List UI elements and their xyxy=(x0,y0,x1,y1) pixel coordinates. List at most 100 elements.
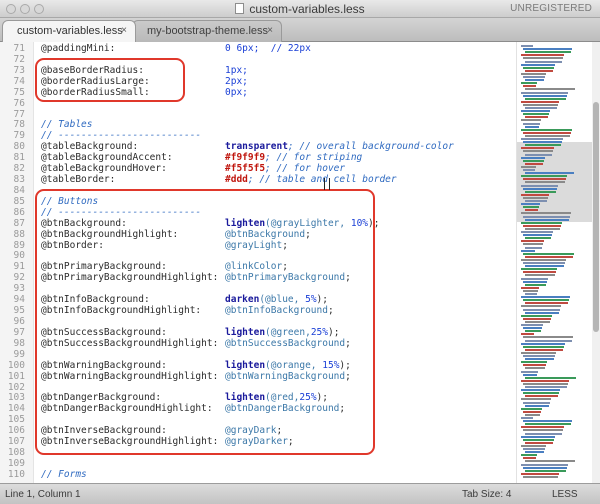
code-comment: // Forms xyxy=(41,468,87,480)
code-line[interactable]: 78 // Tables xyxy=(0,119,516,130)
code-line[interactable]: 80 @tableBackground: transparent; // overa… xyxy=(0,141,516,152)
status-bar: Line 1, Column 1 Tab Size: 4 LESS xyxy=(0,483,600,504)
minimap-line xyxy=(521,333,534,336)
close-icon[interactable]: × xyxy=(121,25,127,36)
line-number: 73 xyxy=(13,64,25,76)
tab-label: custom-variables.less xyxy=(17,25,123,37)
minimap-line xyxy=(521,45,533,47)
minimap-line xyxy=(521,156,545,159)
minimap-line xyxy=(525,60,562,63)
minimap-line xyxy=(525,107,557,109)
minimap-line xyxy=(525,367,545,370)
code-line[interactable]: 109 xyxy=(0,458,516,469)
line-number: 89 xyxy=(13,239,25,251)
minimap-line xyxy=(525,181,565,184)
minimap-line xyxy=(525,51,571,54)
minimap-line xyxy=(523,76,545,78)
minimap-line xyxy=(521,472,559,475)
code-editor[interactable]: 71 @paddingMini: 0 6px; // 22px 72 73 @baseBo… xyxy=(0,42,516,483)
code-token: 0px; xyxy=(225,86,248,98)
minimap-line xyxy=(523,392,559,395)
scrollbar-thumb[interactable] xyxy=(593,102,599,332)
line-number: 100 xyxy=(7,359,25,371)
minimap-line xyxy=(521,305,561,308)
minimap-line xyxy=(525,209,538,212)
vertical-scrollbar[interactable] xyxy=(592,42,600,483)
minimap-line xyxy=(521,249,535,252)
minimap-line xyxy=(521,463,568,466)
minimap-line xyxy=(523,150,553,153)
minimap-line xyxy=(523,262,565,264)
minimap-line xyxy=(525,88,575,91)
minimap-line xyxy=(525,79,544,82)
tab-label: my-bootstrap-theme.less xyxy=(147,25,269,37)
minimap-line xyxy=(525,237,551,240)
minimap-line xyxy=(523,169,535,171)
line-number: 93 xyxy=(13,283,25,295)
variable-name: @paddingMini: xyxy=(41,43,116,54)
line-number: 87 xyxy=(13,217,25,229)
minimap-line xyxy=(523,373,537,376)
tab-my-bootstrap-theme[interactable]: my-bootstrap-theme.less × xyxy=(132,20,282,42)
code-line[interactable]: 77 xyxy=(0,109,516,120)
minimap-line xyxy=(521,286,539,289)
minimap-line xyxy=(521,407,542,410)
minimap-line xyxy=(525,376,576,379)
minimap-line xyxy=(523,466,567,469)
minimap-line xyxy=(521,258,566,261)
line-number: 104 xyxy=(7,403,25,415)
minimap-line xyxy=(523,187,557,190)
minimap-line xyxy=(523,131,571,134)
minimap-line xyxy=(521,175,567,178)
tab-size-selector[interactable]: Tab Size: 4 xyxy=(462,489,511,500)
minimap-line xyxy=(523,243,543,246)
minimap-line xyxy=(525,190,556,193)
minimap-line xyxy=(521,389,560,392)
minimap-line xyxy=(525,432,562,435)
code-comment: // Tables xyxy=(41,119,93,131)
code-line[interactable]: 81 @tableBackgroundAccent: #f9f9f9; // for… xyxy=(0,152,516,163)
line-number: 105 xyxy=(7,414,25,426)
line-number: 80 xyxy=(13,141,25,153)
line-number: 84 xyxy=(13,184,25,196)
code-token: ; // overall background-color xyxy=(287,141,454,153)
minimap-line xyxy=(523,141,562,144)
syntax-selector[interactable]: LESS xyxy=(552,489,578,500)
minimap[interactable] xyxy=(516,42,592,483)
minimap-line xyxy=(523,280,547,283)
code-line[interactable]: 71 @paddingMini: 0 6px; // 22px xyxy=(0,43,516,54)
minimap-line xyxy=(523,355,555,357)
minimap-line xyxy=(523,336,573,339)
cursor-position: Line 1, Column 1 xyxy=(5,489,81,500)
code-line[interactable]: 110 // Forms xyxy=(0,469,516,480)
minimap-line xyxy=(525,116,548,119)
code-value: #f9f9f9; // for striping xyxy=(225,152,362,163)
minimap-line xyxy=(523,475,558,478)
code-line[interactable]: 79 // ------------------------- xyxy=(0,130,516,141)
minimap-line xyxy=(523,308,560,311)
minimap-line xyxy=(523,420,572,423)
minimap-line xyxy=(525,134,570,137)
line-number: 102 xyxy=(7,381,25,393)
tab-custom-variables[interactable]: custom-variables.less × xyxy=(2,20,136,42)
variable-name: @tableBackgroundHover: xyxy=(41,163,167,175)
line-number: 97 xyxy=(13,326,25,338)
minimap-line xyxy=(523,410,541,413)
close-icon[interactable]: × xyxy=(267,25,273,36)
minimap-line xyxy=(525,348,563,351)
minimap-line xyxy=(521,221,562,224)
code-line[interactable]: 83 @tableBorder: #ddd; // table and cell b… xyxy=(0,174,516,185)
minimap-line xyxy=(525,125,539,128)
line-number: 110 xyxy=(7,468,25,480)
document-icon xyxy=(235,3,245,14)
minimap-line xyxy=(525,200,547,202)
minimap-line xyxy=(521,454,537,457)
line-number: 76 xyxy=(13,97,25,109)
line-number: 71 xyxy=(13,43,25,54)
line-number: 96 xyxy=(13,316,25,327)
variable-name: @tableBackground: xyxy=(41,141,139,153)
minimap-line xyxy=(521,324,543,326)
code-line[interactable]: 82 @tableBackgroundHover: #f5f5f5; // for … xyxy=(0,163,516,174)
line-number: 109 xyxy=(7,457,25,469)
minimap-line xyxy=(521,212,571,215)
